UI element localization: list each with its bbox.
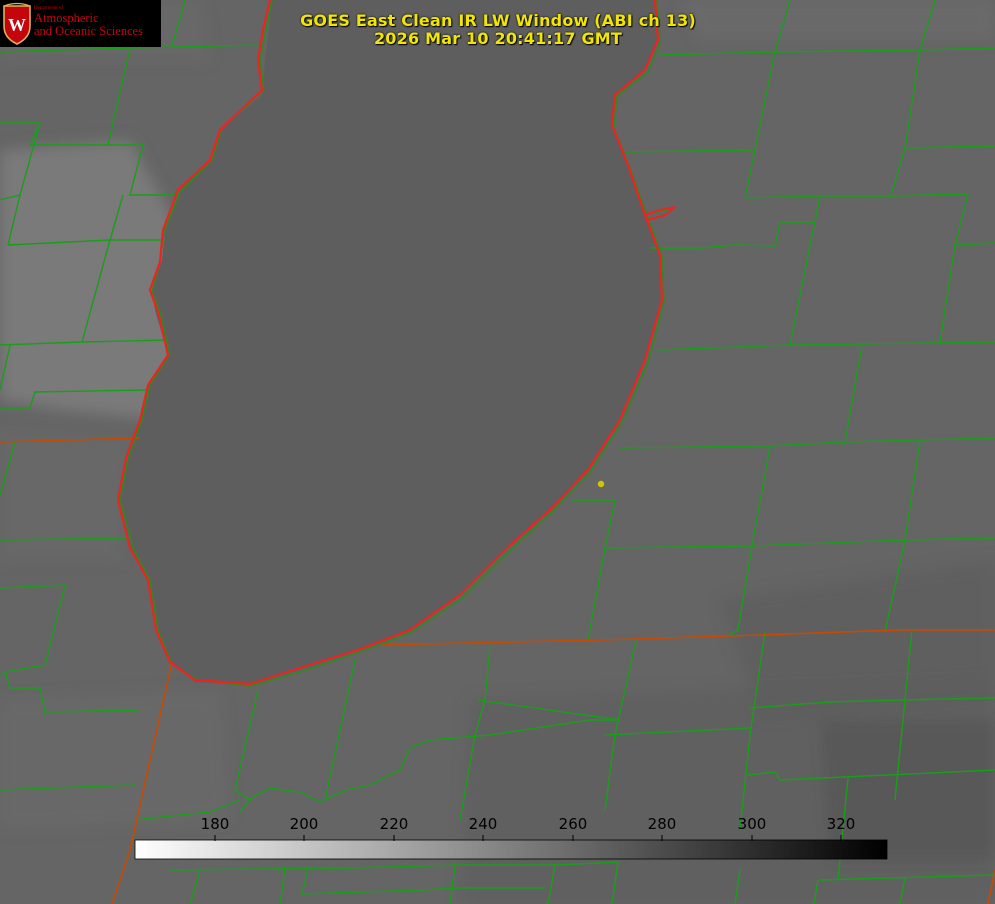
colorbar-tick-label: 280 bbox=[647, 815, 677, 833]
colorbar-tick-label: 200 bbox=[289, 815, 319, 833]
logo-line2: and Oceanic Sciences bbox=[34, 24, 143, 38]
uw-crest-icon: W bbox=[3, 2, 31, 45]
satellite-map bbox=[0, 0, 995, 904]
colorbar-tick-label: 180 bbox=[200, 815, 230, 833]
colorbar-tick-label: 240 bbox=[468, 815, 498, 833]
colorbar bbox=[134, 839, 888, 860]
svg-text:W: W bbox=[8, 15, 26, 35]
image-timestamp: 2026 Mar 10 20:41:17 GMT bbox=[373, 29, 623, 48]
department-logo: W Department of Atmospheric and Oceanic … bbox=[0, 0, 161, 47]
colorbar-tick-label: 260 bbox=[558, 815, 588, 833]
colorbar-tick-label: 320 bbox=[826, 815, 856, 833]
satellite-image-viewer: 180 200 220 240 260 280 300 320 GOES Eas… bbox=[0, 0, 995, 904]
colorbar-tick-label: 300 bbox=[737, 815, 767, 833]
location-marker bbox=[597, 480, 605, 488]
colorbar-tick-label: 220 bbox=[379, 815, 409, 833]
image-title: GOES East Clean IR LW Window (ABI ch 13) bbox=[300, 11, 696, 30]
